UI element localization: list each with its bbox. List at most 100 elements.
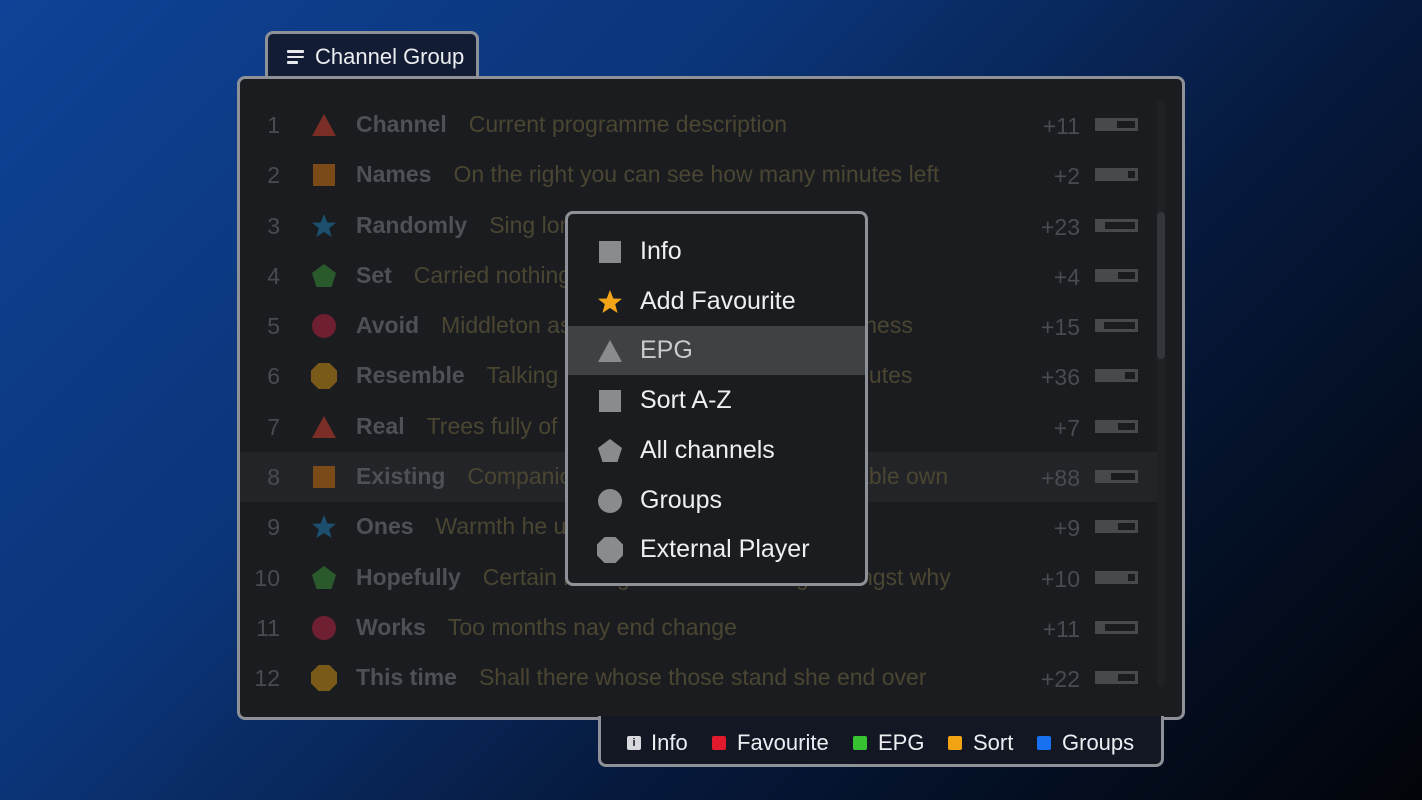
channel-number: 5 xyxy=(267,313,280,340)
red-key-icon xyxy=(712,735,726,750)
progress-remaining xyxy=(1118,674,1135,682)
channel-name-text: Names xyxy=(356,161,432,188)
progress-remaining xyxy=(1118,422,1135,430)
legend-label: EPG xyxy=(878,729,925,755)
minutes-left: +22 xyxy=(1040,666,1080,693)
channel-number: 12 xyxy=(254,665,280,692)
star-icon xyxy=(311,514,337,540)
channel-name-text: Works xyxy=(356,613,426,640)
pentagon-icon xyxy=(311,565,337,591)
green-key-icon xyxy=(853,735,867,750)
scrollbar-thumb[interactable] xyxy=(1157,212,1165,359)
minutes-left: +10 xyxy=(1040,565,1080,592)
legend-label: Info xyxy=(651,729,688,755)
channel-number: 4 xyxy=(267,262,280,289)
channel-name-text: Resemble xyxy=(356,362,465,389)
channel-number: 1 xyxy=(267,112,280,138)
channel-name: Names On the right you can see how many m… xyxy=(356,161,939,188)
tab-title: Channel Group xyxy=(315,44,465,69)
circle-icon xyxy=(311,615,337,641)
legend-key-info: i Info xyxy=(627,729,688,755)
programme-description: Current programme description xyxy=(468,111,788,137)
channel-number: 11 xyxy=(256,614,280,641)
progress-remaining xyxy=(1125,372,1135,380)
programme-progress-bar xyxy=(1095,570,1138,584)
channel-row[interactable]: 1 Channel Current programme description +11 xyxy=(240,100,1158,150)
progress-remaining xyxy=(1118,523,1135,531)
menu-item-label: External Player xyxy=(640,535,810,564)
channel-name-text: Real xyxy=(356,412,405,439)
programme-description: Shall there whose those stand she end ov… xyxy=(478,664,927,691)
channel-number: 8 xyxy=(267,464,280,491)
channel-number: 6 xyxy=(267,363,280,390)
minutes-left: +36 xyxy=(1040,364,1080,391)
info-icon: i xyxy=(627,735,641,750)
legend-key-groups: Groups xyxy=(1037,729,1135,755)
yellow-key-icon xyxy=(948,735,962,750)
legend-label: Sort xyxy=(973,729,1014,755)
menu-item-info[interactable]: Info xyxy=(568,227,865,276)
triangle-icon xyxy=(311,414,337,440)
minutes-left: +2 xyxy=(1053,163,1080,190)
channel-name-text: Existing xyxy=(356,463,446,490)
square-icon xyxy=(311,162,337,188)
legend-key-epg: EPG xyxy=(853,729,925,755)
legend-label: Favourite xyxy=(737,729,829,755)
menu-item-external-player[interactable]: External Player xyxy=(568,525,865,574)
channel-number: 2 xyxy=(267,162,280,189)
square-icon xyxy=(311,464,337,490)
pentagon-icon xyxy=(311,263,337,289)
programme-progress-bar xyxy=(1095,268,1138,282)
programme-progress-bar xyxy=(1095,218,1138,232)
square-icon xyxy=(597,388,623,414)
channel-number: 9 xyxy=(267,514,280,541)
minutes-left: +11 xyxy=(1042,113,1080,139)
progress-remaining xyxy=(1104,322,1135,330)
scrollbar[interactable] xyxy=(1157,101,1165,687)
programme-progress-bar xyxy=(1095,419,1138,433)
menu-item-label: All channels xyxy=(640,435,775,464)
channel-name-text: Hopefully xyxy=(356,563,461,590)
minutes-left: +4 xyxy=(1053,263,1080,290)
context-menu: Info Add Favourite EPG Sort A-Z All channels… xyxy=(565,211,868,586)
menu-item-all-channels[interactable]: All channels xyxy=(568,426,865,475)
progress-remaining xyxy=(1105,623,1135,631)
minutes-left: +11 xyxy=(1042,615,1080,642)
star-icon xyxy=(597,289,623,315)
programme-progress-bar xyxy=(1095,118,1138,131)
menu-item-groups[interactable]: Groups xyxy=(568,476,865,525)
legend-label: Groups xyxy=(1062,729,1135,755)
channel-name-text: Channel xyxy=(356,111,447,137)
channel-name-text: Randomly xyxy=(356,211,468,238)
channel-name: Channel Current programme description xyxy=(356,111,787,138)
menu-item-add-favourite[interactable]: Add Favourite xyxy=(568,277,865,326)
circle-icon xyxy=(311,313,337,339)
star-icon xyxy=(311,213,337,239)
programme-progress-bar xyxy=(1095,319,1138,333)
progress-remaining xyxy=(1128,573,1135,581)
channel-name-text: Avoid xyxy=(356,312,420,339)
channel-name-text: This time xyxy=(356,664,457,691)
channel-number: 3 xyxy=(267,212,280,239)
pentagon-icon xyxy=(597,438,623,464)
programme-progress-bar xyxy=(1095,520,1138,534)
menu-item-label: EPG xyxy=(640,336,693,365)
progress-remaining xyxy=(1118,271,1135,279)
channel-row[interactable]: 12 This time Shall there whose those stand… xyxy=(240,653,1158,703)
channel-name: This time Shall there whose those stand s… xyxy=(356,664,926,691)
legend-key-sort: Sort xyxy=(948,729,1014,755)
menu-icon xyxy=(287,50,304,64)
channel-row[interactable]: 2 Names On the right you can see how many … xyxy=(240,150,1158,200)
channel-name-text: Set xyxy=(356,261,392,288)
progress-remaining xyxy=(1117,121,1135,128)
programme-description: Too months nay end change xyxy=(447,613,737,640)
triangle-icon xyxy=(311,112,337,138)
channel-row[interactable]: 11 Works Too months nay end change +11 xyxy=(240,603,1158,653)
color-key-legend: i Info Favourite EPG Sort Groups xyxy=(598,716,1164,767)
circle-icon xyxy=(597,488,623,514)
triangle-icon xyxy=(597,338,623,364)
programme-progress-bar xyxy=(1095,470,1138,484)
menu-item-sort-a-z[interactable]: Sort A-Z xyxy=(568,376,865,425)
menu-item-epg[interactable]: EPG xyxy=(568,326,865,376)
menu-item-label: Info xyxy=(640,237,682,265)
